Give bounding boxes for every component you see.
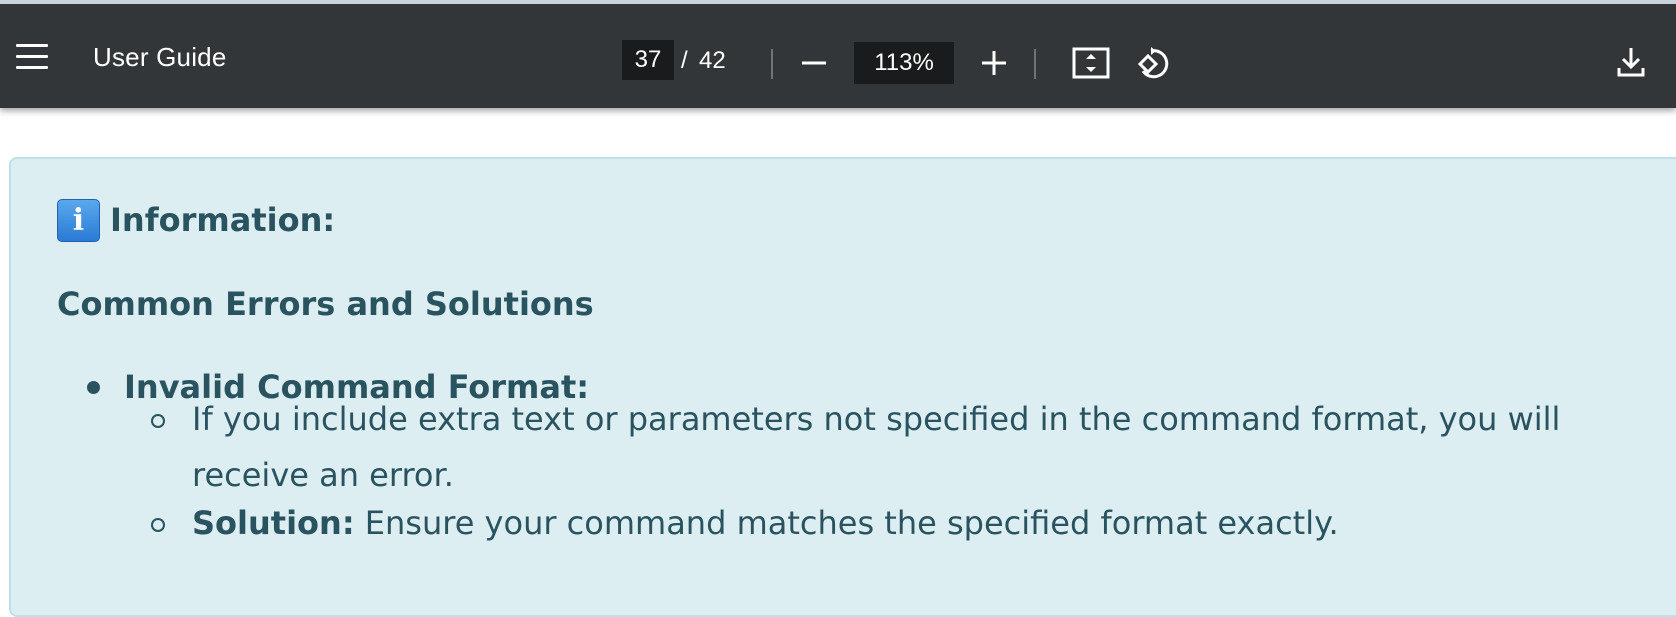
sub-bullet-icon [151,414,165,428]
toolbar-divider [771,49,773,79]
toolbar-divider [1034,49,1036,79]
solution-label: Solution: [192,504,355,542]
info-heading: i Information: [57,197,335,243]
plus-icon [982,51,1006,75]
hamburger-menu-icon[interactable] [16,44,50,70]
fit-to-page-button[interactable] [1072,47,1110,79]
sub-item-text: If you include extra text or parameters … [192,400,1561,494]
section-title: Common Errors and Solutions [57,285,594,323]
zoom-out-button[interactable] [801,50,827,76]
sub-bullet-icon [151,518,165,532]
sub-list-item: If you include extra text or parameters … [192,391,1662,503]
fit-to-page-icon [1072,47,1110,79]
rotate-button[interactable] [1136,46,1172,82]
page-number-input[interactable]: 37 [622,40,674,80]
download-icon [1617,48,1645,77]
zoom-level-input[interactable]: 113% [854,42,954,84]
rotate-icon [1137,47,1169,79]
download-button[interactable] [1617,46,1645,78]
sub-item-text: Ensure your command matches the specifie… [364,504,1339,542]
document-title: User Guide [93,42,227,72]
info-icon: i [57,198,100,242]
total-pages: 42 [699,47,726,74]
minus-icon [802,61,826,65]
sub-list-item: Solution: Ensure your command matches th… [192,495,1662,551]
information-callout: i Information: Common Errors and Solutio… [9,157,1676,617]
zoom-in-button[interactable] [981,50,1007,76]
bullet-icon [87,381,100,394]
info-label: Information: [110,201,336,239]
page-separator: / [681,47,688,74]
pdf-toolbar: User Guide 37 / 42 113% [0,0,1676,108]
